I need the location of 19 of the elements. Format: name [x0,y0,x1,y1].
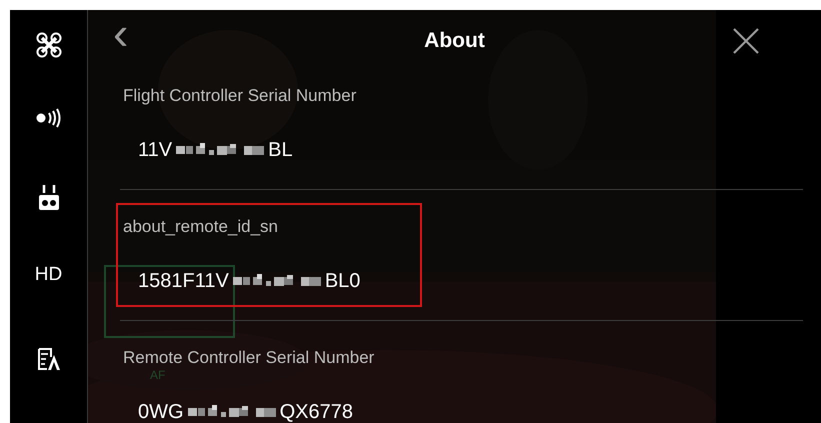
page-title: About [424,29,485,52]
drone-icon[interactable] [36,32,62,58]
field-label: Flight Controller Serial Number [123,86,356,105]
field-label: about_remote_id_sn [123,217,278,236]
serial-value: 1581F11V [138,269,229,294]
focus-label: AF [150,369,166,381]
serial-value: QX6778 [280,400,353,423]
close-icon [733,28,759,54]
serial-value: BL0 [324,269,360,294]
field-label: Remote Controller Serial Number [123,348,374,367]
signal-icon[interactable] [36,108,62,128]
translate-icon[interactable] [36,346,60,371]
remote-controller-icon[interactable] [38,184,60,210]
serial-value: 0WG [138,400,184,423]
hd-label[interactable]: HD [34,260,62,347]
close-button[interactable] [733,28,759,54]
back-button[interactable]: ‹ [113,18,128,48]
serial-value: 11V [138,138,172,163]
serial-value: BL [268,138,293,163]
